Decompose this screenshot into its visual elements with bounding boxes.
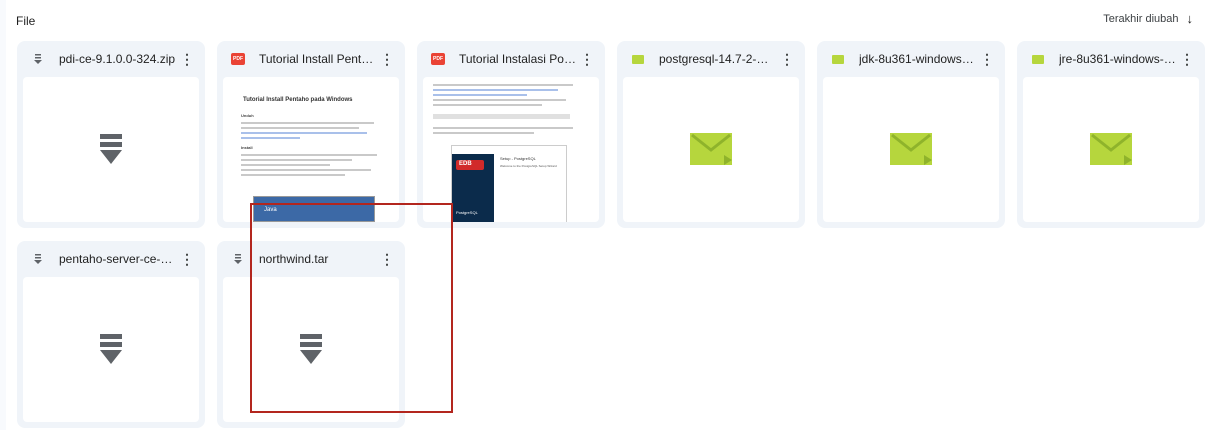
zip-thumbnail-icon xyxy=(100,133,122,164)
more-options-icon[interactable]: ⋮ xyxy=(577,51,597,68)
file-thumbnail[interactable] xyxy=(1023,77,1199,222)
file-card[interactable]: pentaho-server-ce-9.1.0.0-324.zip ⋮ xyxy=(17,241,205,428)
file-name: jre-8u361-windows-x64.exe xyxy=(1059,52,1177,66)
more-options-icon[interactable]: ⋮ xyxy=(177,51,197,68)
file-thumbnail[interactable] xyxy=(623,77,799,222)
postgres-label: PostgreSQL xyxy=(456,210,478,215)
more-options-icon[interactable]: ⋮ xyxy=(377,51,397,68)
file-card[interactable]: PDF Tutorial Install Pentaho pada Window… xyxy=(217,41,405,228)
file-name: northwind.tar xyxy=(259,252,329,266)
preview-step: Unduh xyxy=(241,113,254,118)
file-thumbnail[interactable] xyxy=(23,277,199,422)
pdf-preview: Tutorial Install Pentaho pada Windows Un… xyxy=(233,87,389,179)
zip-thumbnail-icon xyxy=(100,333,122,364)
file-name: Tutorial Instalasi PostgreSQL xyxy=(459,52,577,66)
edb-sidebar: EDB PostgreSQL xyxy=(452,154,494,222)
file-thumbnail[interactable]: Tutorial Install Pentaho pada Windows Un… xyxy=(223,77,399,222)
file-card[interactable]: northwind.tar ⋮ xyxy=(217,241,405,428)
more-options-icon[interactable]: ⋮ xyxy=(977,51,997,68)
more-options-icon[interactable]: ⋮ xyxy=(777,51,797,68)
zip-thumbnail-icon xyxy=(300,333,322,364)
file-thumbnail[interactable] xyxy=(823,77,999,222)
preview-step: Install xyxy=(241,145,253,150)
zip-file-icon xyxy=(31,252,45,266)
more-options-icon[interactable]: ⋮ xyxy=(177,251,197,268)
file-name: pentaho-server-ce-9.1.0.0-324.zip xyxy=(59,252,177,266)
postgresql-installer-preview: EDB PostgreSQL Setup - PostgreSQL Welcom… xyxy=(451,145,567,222)
executable-thumbnail-icon xyxy=(1090,132,1132,165)
file-card[interactable]: jre-8u361-windows-x64.exe ⋮ xyxy=(1017,41,1205,228)
file-thumbnail[interactable]: EDB PostgreSQL Setup - PostgreSQL Welcom… xyxy=(423,77,599,222)
java-logo: Java xyxy=(264,207,277,213)
executable-thumbnail-icon xyxy=(890,132,932,165)
left-edge xyxy=(0,0,6,430)
file-card[interactable]: jdk-8u361-windows-x64.exe ⋮ xyxy=(817,41,1005,228)
executable-file-icon xyxy=(831,52,845,66)
installer-title: Setup - PostgreSQL xyxy=(500,156,536,161)
file-card[interactable]: PDF Tutorial Instalasi PostgreSQL ⋮ EDB … xyxy=(417,41,605,228)
pdf-preview xyxy=(433,81,589,137)
pdf-file-icon: PDF xyxy=(231,52,245,66)
file-thumbnail[interactable] xyxy=(23,77,199,222)
file-name: postgresql-14.7-2-windows-x64.exe xyxy=(659,52,777,66)
sort-label: Terakhir diubah xyxy=(1103,12,1179,25)
file-name: pdi-ce-9.1.0.0-324.zip xyxy=(59,52,176,66)
file-thumbnail[interactable] xyxy=(223,277,399,422)
java-installer-preview: Java xyxy=(253,196,375,222)
section-title: File xyxy=(16,14,36,28)
pdf-preview-heading: Tutorial Install Pentaho pada Windows xyxy=(243,97,353,103)
more-options-icon[interactable]: ⋮ xyxy=(1177,51,1197,68)
edb-label: EDB xyxy=(459,161,472,167)
executable-thumbnail-icon xyxy=(690,132,732,165)
file-card[interactable]: postgresql-14.7-2-windows-x64.exe ⋮ xyxy=(617,41,805,228)
file-name: jdk-8u361-windows-x64.exe xyxy=(859,52,977,66)
pdf-file-icon: PDF xyxy=(431,52,445,66)
zip-file-icon xyxy=(231,252,245,266)
file-card[interactable]: pdi-ce-9.1.0.0-324.zip ⋮ xyxy=(17,41,205,228)
sort-button[interactable]: Terakhir diubah ↓ xyxy=(1103,11,1193,26)
more-options-icon[interactable]: ⋮ xyxy=(377,251,397,268)
installer-subtitle: Welcome to the PostgreSQL Setup Wizard xyxy=(500,164,557,168)
executable-file-icon xyxy=(631,52,645,66)
file-name: Tutorial Install Pentaho pada Windows xyxy=(259,52,377,66)
executable-file-icon xyxy=(1031,52,1045,66)
zip-file-icon xyxy=(31,52,45,66)
arrow-down-icon: ↓ xyxy=(1186,11,1194,26)
